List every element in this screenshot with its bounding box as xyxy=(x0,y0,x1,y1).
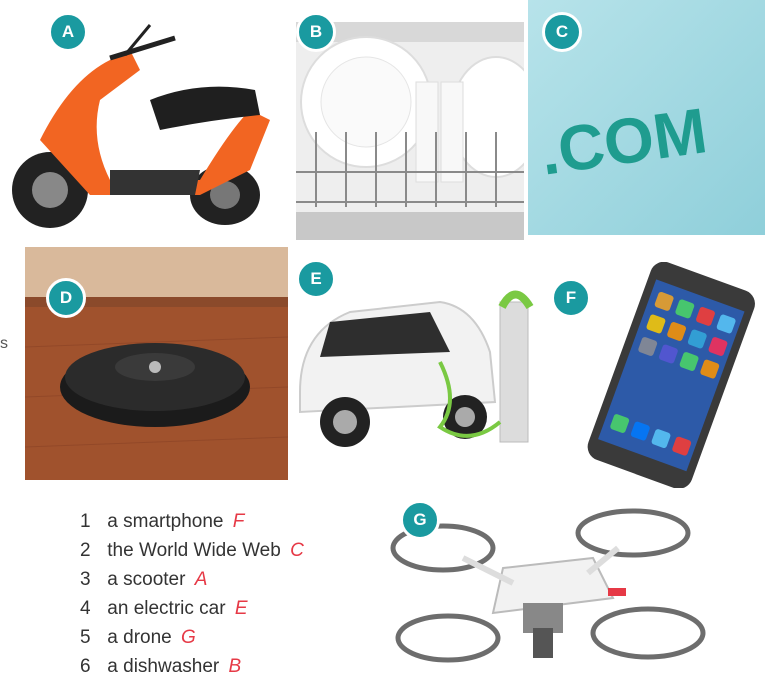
badge-d: D xyxy=(46,278,86,318)
list-item: 4 an electric car E xyxy=(80,594,304,623)
item-number: 6 xyxy=(80,656,91,677)
badge-e: E xyxy=(296,259,336,299)
badge-b: B xyxy=(296,12,336,52)
item-number: 2 xyxy=(80,540,91,561)
item-text: a scooter xyxy=(107,569,186,590)
item-answer: E xyxy=(234,598,248,619)
item-number: 5 xyxy=(80,627,91,648)
list-item: 5 a drone G xyxy=(80,623,304,652)
item-text: the World Wide Web xyxy=(107,540,281,561)
item-text: a dishwasher xyxy=(107,656,220,677)
item-text: a drone xyxy=(107,627,172,648)
item-answer: F xyxy=(232,511,245,532)
list-item: 2 the World Wide Web C xyxy=(80,536,304,565)
item-answer: A xyxy=(194,569,208,590)
photo-smartphone xyxy=(586,262,765,492)
badge-g: G xyxy=(400,500,440,540)
photo-scooter xyxy=(0,20,285,230)
cropped-text-fragment: s xyxy=(0,335,8,352)
item-text: an electric car xyxy=(107,598,226,619)
item-number: 1 xyxy=(80,511,91,532)
badge-c: C xyxy=(542,12,582,52)
badge-f: F xyxy=(551,278,591,318)
list-item: 6 a dishwasher B xyxy=(80,652,304,681)
item-answer: B xyxy=(228,656,242,677)
list-item: 1 a smartphone F xyxy=(80,507,304,536)
item-answer: G xyxy=(181,627,196,648)
badge-a: A xyxy=(48,12,88,52)
item-number: 4 xyxy=(80,598,91,619)
photo-dishwasher xyxy=(296,22,524,240)
matching-list: 1 a smartphone F 2 the World Wide Web C … xyxy=(80,507,304,681)
list-item: 3 a scooter A xyxy=(80,565,304,594)
item-text: a smartphone xyxy=(107,511,224,532)
item-answer: C xyxy=(290,540,304,561)
item-number: 3 xyxy=(80,569,91,590)
